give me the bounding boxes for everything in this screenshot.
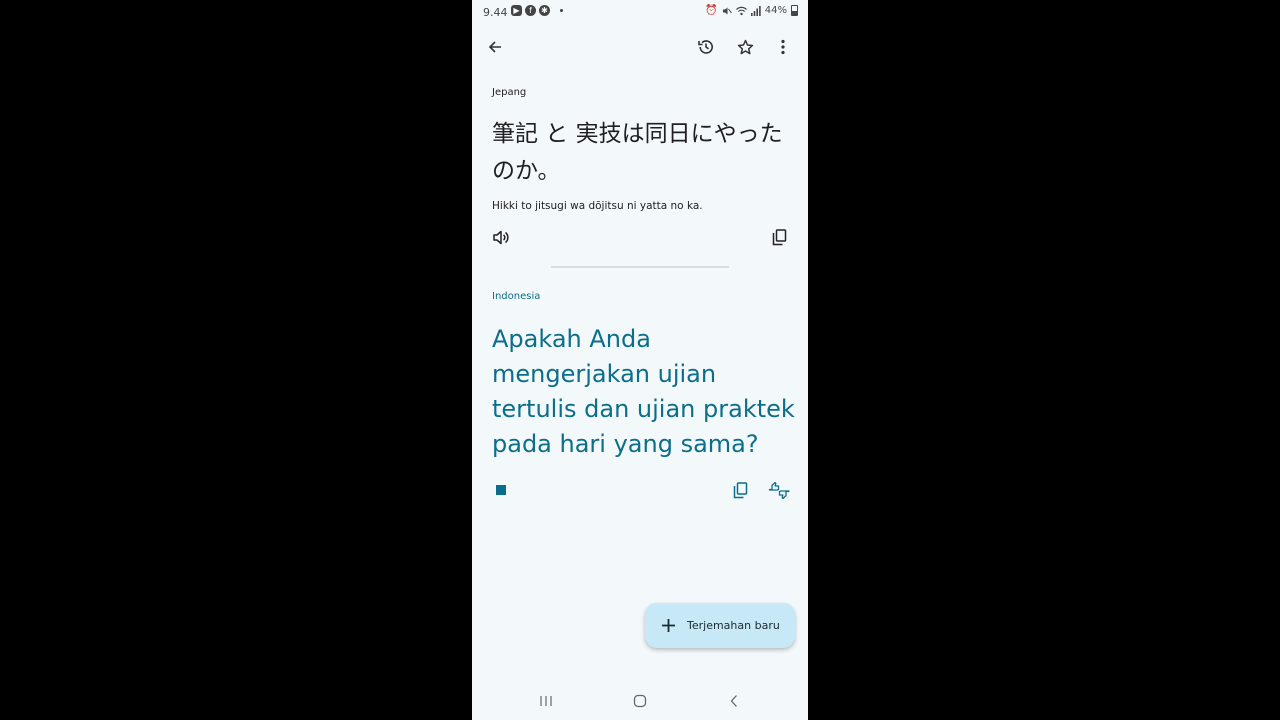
copy-source-button[interactable] <box>768 226 790 248</box>
system-icons: ⏰ 44% <box>705 5 798 16</box>
home-icon <box>633 694 647 708</box>
nav-back-button[interactable] <box>722 690 746 712</box>
star-icon <box>737 39 753 54</box>
mute-icon <box>722 7 732 14</box>
youtube-icon: ▶ <box>511 5 522 16</box>
source-language-label: Jepang <box>492 87 527 98</box>
back-button[interactable] <box>482 34 508 60</box>
settings-icon: ✱ <box>539 5 550 16</box>
recent-apps-button[interactable] <box>534 690 558 712</box>
copy-translation-button[interactable] <box>729 479 751 501</box>
phone-screen: 9.44 ▶ f ✱ ⏰ 44% Jepang 筆記 と 実技は同日にやったのか… <box>472 0 808 720</box>
alarm-icon: ⏰ <box>705 5 718 16</box>
history-button[interactable] <box>693 34 719 60</box>
back-arrow-icon <box>488 41 501 53</box>
plus-icon <box>659 617 677 635</box>
history-icon <box>698 40 713 54</box>
copy-icon <box>772 228 786 245</box>
rate-translation-button[interactable] <box>767 479 791 501</box>
facebook-icon: f <box>525 5 536 16</box>
new-translation-button[interactable]: Terjemahan baru <box>645 603 795 648</box>
system-nav-bar <box>472 688 808 714</box>
battery-icon <box>791 5 798 16</box>
listen-source-button[interactable] <box>490 226 512 248</box>
new-translation-label: Terjemahan baru <box>687 619 780 632</box>
source-transliteration: Hikki to jitsugi wa dōjitsu ni yatta no … <box>492 200 703 212</box>
thumbs-feedback-icon <box>768 481 790 499</box>
translated-text: Apakah Anda mengerjakan ujian tertulis d… <box>492 325 795 458</box>
signal-icon <box>750 5 761 16</box>
chevron-left-icon <box>730 695 737 707</box>
top-app-bar <box>472 26 808 68</box>
favorite-button[interactable] <box>732 34 758 60</box>
notification-icons: ▶ f ✱ <box>511 5 563 16</box>
target-language-label: Indonesia <box>492 291 541 302</box>
more-notifications-dot <box>560 9 563 12</box>
more-options-button[interactable] <box>770 34 796 60</box>
speaker-icon <box>492 230 509 244</box>
source-text: 筆記 と 実技は同日にやったのか。 <box>492 121 783 184</box>
recent-apps-icon <box>540 696 552 706</box>
home-button[interactable] <box>628 690 652 712</box>
more-vert-icon <box>781 39 785 55</box>
wifi-icon <box>735 6 747 15</box>
battery-percent: 44% <box>764 5 787 16</box>
status-bar: 9.44 ▶ f ✱ ⏰ 44% <box>472 0 808 26</box>
status-time: 9.44 <box>483 6 508 19</box>
section-divider <box>551 266 729 268</box>
stop-playback-button[interactable] <box>491 480 511 500</box>
copy-icon <box>733 481 747 498</box>
stop-icon <box>496 485 506 495</box>
